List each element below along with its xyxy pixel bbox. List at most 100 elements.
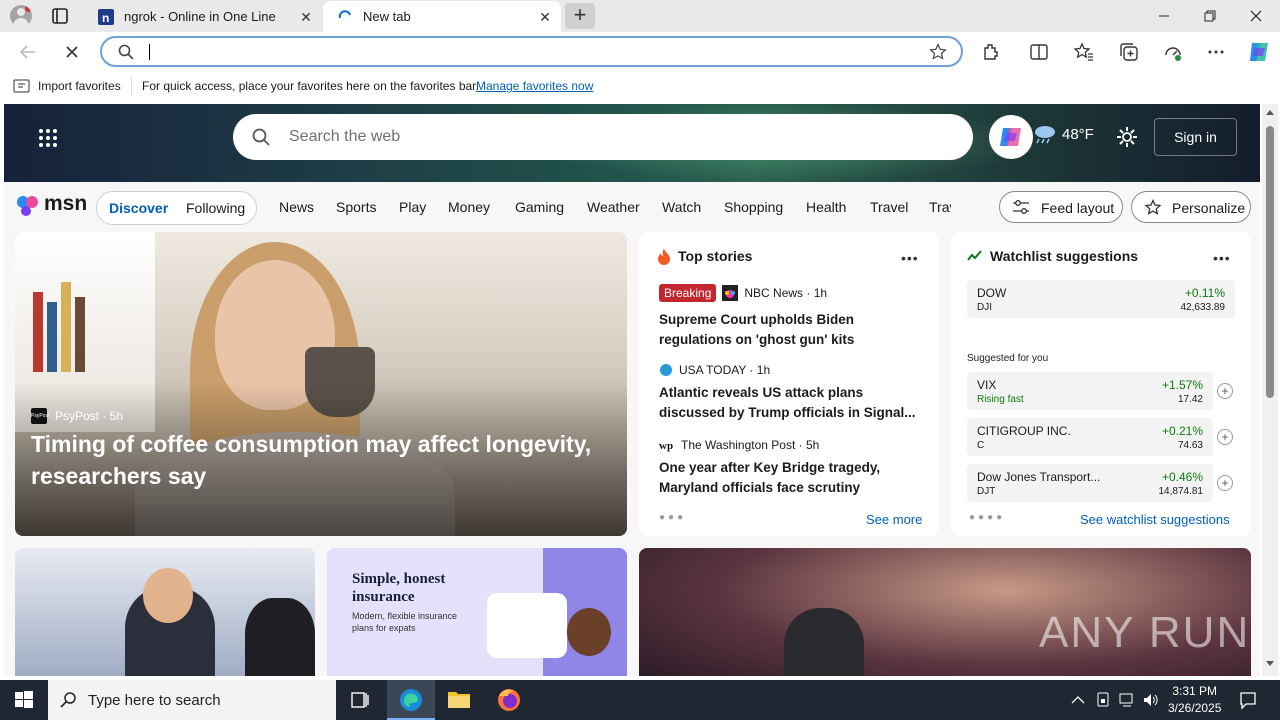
ticker-djt[interactable]: Dow Jones Transport... DJT +0.46% 14,874… bbox=[967, 464, 1233, 502]
volume-icon[interactable] bbox=[1142, 691, 1160, 709]
see-watchlist-link[interactable]: See watchlist suggestions bbox=[1080, 512, 1230, 527]
tab-discover[interactable]: Discover bbox=[109, 200, 168, 216]
stock-trend-icon bbox=[967, 250, 982, 261]
ticker-change: +0.21% bbox=[1161, 424, 1203, 438]
nav-gaming[interactable]: Gaming bbox=[515, 199, 564, 215]
nav-health[interactable]: Health bbox=[806, 199, 846, 215]
collections-icon[interactable] bbox=[1118, 41, 1140, 63]
more-options-icon[interactable]: ••• bbox=[901, 250, 919, 266]
more-options-icon[interactable]: ••• bbox=[1213, 250, 1231, 266]
tab-following[interactable]: Following bbox=[186, 200, 245, 216]
nav-travel[interactable]: Travel bbox=[870, 199, 908, 215]
ticker-change: +0.46% bbox=[1161, 470, 1203, 484]
nav-weather[interactable]: Weather bbox=[587, 199, 640, 215]
insurance-ad-card[interactable]: Simple, honest insurance Modern, flexibl… bbox=[327, 548, 627, 676]
pager-dots[interactable]: ●●●● bbox=[969, 512, 1005, 523]
ticker-name: Dow Jones Transport... bbox=[977, 470, 1101, 484]
favorite-star-icon[interactable] bbox=[929, 43, 947, 61]
extensions-icon[interactable] bbox=[980, 41, 1002, 63]
nav-watch[interactable]: Watch bbox=[662, 199, 701, 215]
nav-news[interactable]: News bbox=[279, 199, 314, 215]
add-to-watchlist-icon[interactable]: + bbox=[1217, 383, 1233, 399]
close-tab-icon[interactable]: ✕ bbox=[298, 9, 314, 25]
system-clock[interactable]: 3:31 PM 3/26/2025 bbox=[1168, 683, 1221, 717]
story-item[interactable]: wp The Washington Post · 5h One year aft… bbox=[659, 436, 924, 498]
nav-sports[interactable]: Sports bbox=[336, 199, 376, 215]
personalize-icon bbox=[1144, 199, 1162, 215]
see-more-link[interactable]: See more bbox=[866, 512, 922, 527]
more-menu-icon[interactable] bbox=[1205, 41, 1227, 63]
news-image-card[interactable] bbox=[15, 548, 315, 676]
firefox-icon[interactable] bbox=[485, 680, 533, 720]
lead-story-title[interactable]: Timing of coffee consumption may affect … bbox=[31, 428, 611, 492]
nav-play[interactable]: Play bbox=[399, 199, 426, 215]
vertical-scrollbar[interactable] bbox=[1262, 104, 1278, 676]
feed-layout-button[interactable]: Feed layout bbox=[999, 191, 1123, 223]
performance-icon[interactable] bbox=[1162, 41, 1184, 63]
clock-date: 3/26/2025 bbox=[1168, 701, 1222, 715]
minimize-icon[interactable] bbox=[1154, 6, 1174, 26]
book bbox=[47, 302, 57, 372]
ad-laptop-screen bbox=[487, 593, 567, 658]
search-placeholder: Search the web bbox=[289, 128, 401, 145]
tab-actions-icon[interactable] bbox=[50, 6, 70, 26]
address-bar[interactable] bbox=[100, 36, 963, 67]
story-item[interactable]: Breaking NBC News · 1h Supreme Court uph… bbox=[659, 284, 924, 350]
copilot-icon[interactable] bbox=[1246, 39, 1272, 65]
network-icon[interactable] bbox=[1118, 691, 1136, 709]
suggested-label: Suggested for you bbox=[967, 353, 1049, 364]
nav-money[interactable]: Money bbox=[448, 199, 490, 215]
watchlist-card: Watchlist suggestions ••• DOW DJI +0.11%… bbox=[951, 232, 1251, 536]
task-view-icon[interactable] bbox=[336, 680, 384, 720]
windows-start-icon[interactable] bbox=[0, 680, 48, 720]
nav-shopping[interactable]: Shopping bbox=[724, 199, 783, 215]
close-tab-icon[interactable]: ✕ bbox=[537, 9, 553, 25]
device-icon[interactable] bbox=[1095, 691, 1111, 709]
ad-subtext: Modern, flexible insurance plans for exp… bbox=[352, 611, 458, 633]
ticker-citigroup[interactable]: CITIGROUP INC. C +0.21% 74.63 + bbox=[967, 418, 1233, 456]
ticker-price: 42,633.89 bbox=[1180, 302, 1226, 313]
file-explorer-icon[interactable] bbox=[435, 680, 483, 720]
new-tab-button[interactable]: + bbox=[565, 3, 595, 29]
add-to-watchlist-icon[interactable]: + bbox=[1217, 429, 1233, 445]
web-search-box[interactable]: Search the web bbox=[233, 114, 973, 160]
top-stories-heading: Top stories bbox=[678, 248, 753, 264]
ticker-dow[interactable]: DOW DJI +0.11% 42,633.89 bbox=[967, 280, 1235, 318]
story-title: Supreme Court upholds Biden regulations … bbox=[659, 312, 855, 347]
video-card[interactable]: ANY RUN bbox=[639, 548, 1251, 676]
import-favorites-button[interactable]: Import favorites bbox=[38, 79, 121, 93]
story-title: Atlantic reveals US attack plans discuss… bbox=[659, 385, 916, 420]
tab-title: ngrok - Online in One Line bbox=[124, 9, 276, 24]
taskbar-search[interactable]: Type here to search bbox=[48, 680, 336, 720]
tab-new-tab[interactable]: New tab ✕ bbox=[323, 1, 561, 32]
scroll-down-arrow-icon[interactable] bbox=[1265, 660, 1275, 668]
notifications-icon[interactable] bbox=[1238, 690, 1258, 710]
close-window-icon[interactable] bbox=[1246, 6, 1266, 26]
lead-story-card[interactable]: PsyPost PsyPost · 5h Timing of coffee co… bbox=[15, 232, 627, 536]
scroll-up-arrow-icon[interactable] bbox=[1265, 108, 1275, 116]
scrollbar-thumb[interactable] bbox=[1266, 126, 1274, 398]
ticker-change: +1.57% bbox=[1161, 378, 1203, 392]
personalize-button[interactable]: Personalize bbox=[1131, 191, 1251, 223]
story-item[interactable]: USA TODAY · 1h Atlantic reveals US attac… bbox=[659, 361, 924, 423]
favorites-icon[interactable] bbox=[1073, 41, 1095, 63]
restore-icon[interactable] bbox=[1200, 6, 1220, 26]
taskbar-edge-active[interactable] bbox=[387, 680, 435, 720]
split-screen-icon[interactable] bbox=[1028, 41, 1050, 63]
sign-in-button[interactable]: Sign in bbox=[1154, 118, 1237, 156]
settings-gear-icon[interactable] bbox=[1115, 125, 1139, 149]
apps-grid-icon[interactable] bbox=[38, 128, 58, 148]
copilot-button[interactable] bbox=[989, 115, 1033, 159]
nav-truncated[interactable]: Trav bbox=[929, 199, 951, 215]
tab-ngrok[interactable]: n ngrok - Online in One Line ✕ bbox=[84, 1, 322, 32]
manage-favorites-link[interactable]: Manage favorites now bbox=[476, 79, 593, 93]
temperature: 48°F bbox=[1062, 126, 1094, 143]
add-to-watchlist-icon[interactable]: + bbox=[1217, 475, 1233, 491]
import-favorites-icon bbox=[13, 79, 30, 93]
stop-loading-icon[interactable] bbox=[61, 41, 83, 63]
pager-dots[interactable]: ●●● bbox=[659, 512, 686, 523]
ticker-vix[interactable]: VIX Rising fast +1.57% 17.42 + bbox=[967, 372, 1233, 410]
show-hidden-icons-icon[interactable] bbox=[1070, 692, 1086, 708]
profile-icon[interactable] bbox=[10, 5, 32, 27]
back-icon[interactable] bbox=[17, 41, 39, 63]
